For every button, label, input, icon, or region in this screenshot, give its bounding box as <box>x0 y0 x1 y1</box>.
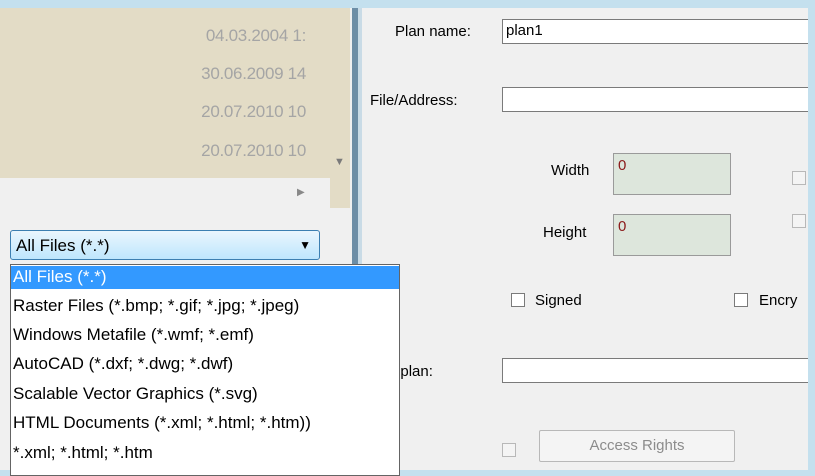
dropdown-option-raster[interactable]: Raster Files (*.bmp; *.gif; *.jpg; *.jpe… <box>11 295 399 318</box>
horizontal-scrollbar[interactable]: ▶ <box>0 178 330 208</box>
file-date-cell[interactable]: 20.07.2010 10 <box>126 102 306 130</box>
encrypted-label: Encry <box>759 292 798 309</box>
parent-plan-field[interactable] <box>502 358 808 383</box>
chevron-down-icon[interactable]: ▼ <box>299 238 311 252</box>
signed-checkbox[interactable] <box>511 293 525 307</box>
triangle-right-icon[interactable]: ▶ <box>297 187 305 198</box>
window-frame-top <box>0 0 815 8</box>
file-address-label: File/Address: <box>370 92 458 109</box>
window-frame-right <box>808 0 815 476</box>
file-type-filter-value: All Files (*.*) <box>16 236 110 255</box>
file-date-cell[interactable]: 20.07.2010 10 <box>126 141 306 169</box>
file-date-cell[interactable]: 30.06.2009 14 <box>126 64 306 92</box>
checkbox-option <box>792 214 806 228</box>
signed-label: Signed <box>535 292 582 309</box>
width-field[interactable]: 0 <box>613 153 731 195</box>
vertical-scrollbar[interactable]: ▼ <box>330 8 350 178</box>
access-rights-checkbox <box>502 443 516 457</box>
height-label: Height <box>543 224 587 241</box>
width-label: Width <box>551 162 590 179</box>
file-list[interactable]: 04.03.2004 1: 30.06.2009 14 20.07.2010 1… <box>0 8 330 178</box>
dropdown-option-svg[interactable]: Scalable Vector Graphics (*.svg) <box>11 383 399 406</box>
dropdown-option-all-files[interactable]: All Files (*.*) <box>11 266 399 289</box>
dropdown-option-autocad[interactable]: AutoCAD (*.dxf; *.dwg; *.dwf) <box>11 353 399 376</box>
access-rights-button[interactable]: Access Rights <box>539 430 735 462</box>
checkbox-option <box>792 171 806 185</box>
dropdown-option-html[interactable]: HTML Documents (*.xml; *.html; *.htm)) <box>11 412 399 435</box>
dropdown-option-wmf[interactable]: Windows Metafile (*.wmf; *.emf) <box>11 324 399 347</box>
scrollbar-corner <box>330 178 350 208</box>
file-type-dropdown-list[interactable]: All Files (*.*) Raster Files (*.bmp; *.g… <box>10 264 400 476</box>
encrypted-checkbox[interactable] <box>734 293 748 307</box>
file-date-cell[interactable]: 04.03.2004 1: <box>126 26 306 54</box>
triangle-down-icon[interactable]: ▼ <box>334 156 345 168</box>
height-field[interactable]: 0 <box>613 214 731 256</box>
file-address-field[interactable] <box>502 87 808 112</box>
plan-name-field[interactable]: plan1 <box>502 19 808 44</box>
dropdown-option-xml-html[interactable]: *.xml; *.html; *.htm <box>11 442 399 465</box>
plan-name-label: Plan name: <box>395 23 471 40</box>
plan-properties-pane: Plan name: plan1 File/Address: Width 0 H… <box>362 8 808 470</box>
file-type-filter-select[interactable]: All Files (*.*) ▼ <box>10 230 320 260</box>
